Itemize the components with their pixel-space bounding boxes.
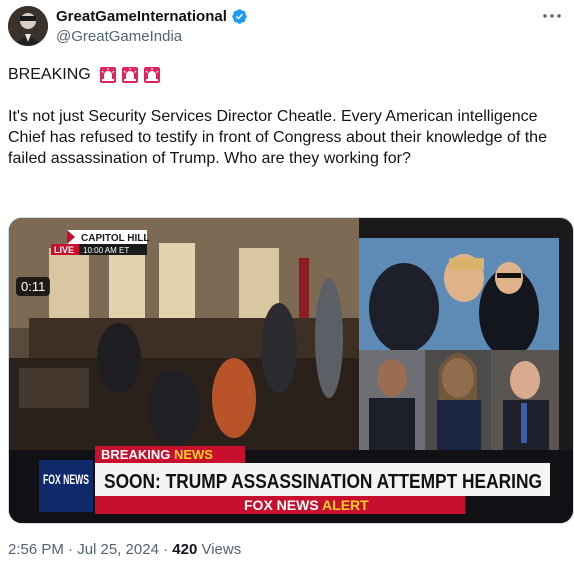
author-handle[interactable]: @GreatGameIndia — [56, 28, 182, 45]
live-time: 10:00 AM ET — [83, 246, 129, 255]
rotating-light-icon — [99, 66, 116, 83]
tweet-text: BREAKING It's not just Security Services… — [8, 64, 568, 169]
tweet-header: GreatGameInternational @GreatGameIndia — [8, 6, 566, 48]
video-frame: CAPITOL HILL LIVE 10:00 AM ET BREAKING N… — [9, 218, 573, 523]
headline-chyron: SOON: TRUMP ASSASSINATION ATTEMPT HEARIN… — [104, 471, 542, 493]
avatar[interactable] — [8, 6, 48, 46]
verified-badge-icon — [232, 9, 247, 24]
location-tag: CAPITOL HILL — [81, 233, 150, 244]
views-label: Views — [197, 541, 242, 558]
fox-news-alert: FOX NEWS ALERT — [244, 497, 369, 513]
breaking-news-label: BREAKING NEWS — [101, 447, 213, 462]
live-label: LIVE — [54, 245, 74, 255]
tweet-body: It's not just Security Services Director… — [8, 108, 547, 167]
timestamp[interactable]: 2:56 PM · Jul 25, 2024 · — [8, 541, 172, 558]
video-duration: 0:11 — [16, 277, 51, 296]
author-display-name[interactable]: GreatGameInternational — [56, 8, 227, 25]
more-options-icon[interactable] — [540, 6, 564, 26]
rotating-light-icon — [121, 66, 138, 83]
tweet-footer: 2:56 PM · Jul 25, 2024 · 420 Views — [8, 541, 241, 558]
video-player[interactable]: CAPITOL HILL LIVE 10:00 AM ET BREAKING N… — [8, 217, 574, 524]
fox-news-logo: FOX NEWS — [43, 471, 89, 487]
rotating-light-icon — [143, 66, 160, 83]
breaking-label: BREAKING — [8, 66, 91, 83]
views-count: 420 — [172, 541, 198, 558]
